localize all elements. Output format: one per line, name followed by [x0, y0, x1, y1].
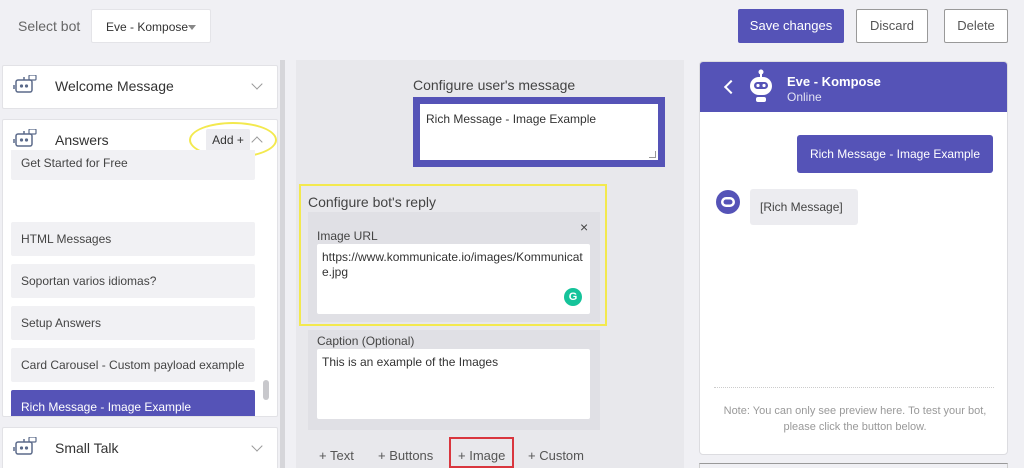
save-changes-button[interactable]: Save changes [738, 9, 844, 43]
preview-note: Note: You can only see preview here. To … [723, 405, 987, 433]
add-text-button[interactable]: + Text [319, 448, 354, 463]
answer-item[interactable]: Soportan varios idiomas? [11, 264, 255, 298]
bot-avatar-small-icon [716, 190, 740, 214]
caption-input[interactable]: This is an example of the Images [317, 349, 590, 419]
answer-item[interactable]: HTML Messages [11, 222, 255, 256]
bot-message-bubble: [Rich Message] [750, 189, 858, 225]
section-answers: Answers Add + Get Started for Free HTML … [2, 119, 278, 417]
configure-user-message-label: Configure user's message [413, 77, 576, 93]
chevron-down-icon[interactable] [251, 78, 263, 90]
section-title: Answers [55, 132, 109, 148]
user-message-bubble: Rich Message - Image Example [797, 135, 993, 173]
robot-icon [13, 129, 37, 147]
answer-item-active[interactable]: Rich Message - Image Example [11, 390, 255, 416]
image-url-label: Image URL [317, 229, 378, 243]
user-message-input[interactable]: Rich Message - Image Example [420, 104, 658, 160]
bot-avatar-icon [750, 69, 772, 102]
panel-scrollbar[interactable] [280, 60, 285, 468]
answer-item[interactable]: Card Carousel - Custom payload example [11, 348, 255, 382]
bot-select-dropdown[interactable]: Eve - Kompose [91, 9, 211, 43]
section-small-talk[interactable]: Small Talk [2, 427, 278, 468]
add-image-highlight [449, 437, 514, 468]
section-welcome-message[interactable]: Welcome Message [2, 65, 278, 109]
answer-item[interactable]: Get Started for Free [11, 150, 255, 180]
grammarly-icon[interactable]: G [564, 288, 582, 306]
answers-scrollbar[interactable] [263, 380, 269, 400]
preview-header: Eve - Kompose Online [700, 62, 1007, 112]
answer-item[interactable]: Setup Answers [11, 306, 255, 340]
delete-button[interactable]: Delete [944, 9, 1008, 43]
image-url-value: https://www.kommunicate.io/images/Kommun… [322, 250, 583, 279]
answers-list: Get Started for Free HTML Messages Sopor… [11, 150, 257, 416]
image-url-input[interactable]: https://www.kommunicate.io/images/Kommun… [317, 244, 590, 314]
back-chevron-icon[interactable] [723, 79, 739, 95]
section-title: Small Talk [55, 440, 119, 456]
chat-preview: Eve - Kompose Online Rich Message - Imag… [699, 61, 1008, 455]
robot-icon [13, 437, 37, 455]
close-icon[interactable]: × [580, 219, 588, 235]
caret-down-icon [188, 25, 196, 30]
user-message-value: Rich Message - Image Example [426, 112, 597, 126]
bot-select-value: Eve - Kompose [106, 20, 189, 34]
resize-handle-icon[interactable] [649, 151, 656, 158]
section-title: Welcome Message [55, 78, 174, 94]
preview-bottom-edge [699, 463, 1008, 468]
add-custom-button[interactable]: + Custom [528, 448, 584, 463]
discard-button[interactable]: Discard [856, 9, 928, 43]
caption-value: This is an example of the Images [322, 355, 499, 369]
chevron-down-icon[interactable] [251, 440, 263, 452]
select-bot-label: Select bot [18, 18, 81, 34]
configure-bot-reply-label: Configure bot's reply [308, 194, 436, 210]
user-message-wrapper: Rich Message - Image Example [413, 97, 665, 167]
caption-label: Caption (Optional) [317, 334, 415, 348]
robot-icon [13, 75, 37, 93]
add-buttons-button[interactable]: + Buttons [378, 448, 433, 463]
preview-bot-name: Eve - Kompose [787, 74, 881, 89]
preview-bot-status: Online [787, 90, 822, 104]
top-bar: Select bot Eve - Kompose Save changes Di… [0, 0, 1024, 52]
preview-divider [714, 387, 994, 388]
